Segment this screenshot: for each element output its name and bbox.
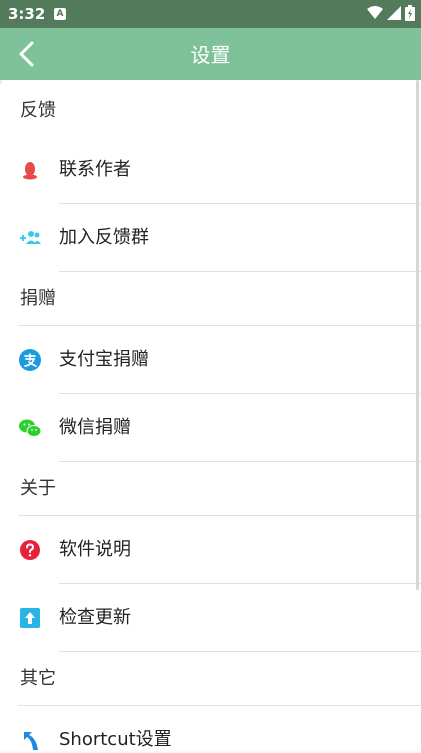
add-group-icon bbox=[20, 231, 41, 244]
scrollbar[interactable] bbox=[416, 80, 419, 590]
battery-icon bbox=[405, 5, 415, 21]
status-indicators bbox=[367, 5, 415, 21]
list-item-label: 加入反馈群 bbox=[59, 227, 149, 248]
list-item-check-update[interactable]: 检查更新 bbox=[0, 584, 421, 652]
list-item-app-instructions[interactable]: 软件说明 bbox=[0, 516, 421, 584]
wechat-icon bbox=[19, 419, 42, 437]
status-time: 3:32 bbox=[8, 5, 46, 23]
list-item-wechat-donate[interactable]: 微信捐赠 bbox=[0, 394, 421, 462]
shortcut-arrow-icon bbox=[24, 732, 38, 750]
app-bar: 设置 bbox=[0, 28, 421, 80]
cell-signal-icon bbox=[387, 6, 401, 20]
list-item-join-feedback-group[interactable]: 加入反馈群 bbox=[0, 204, 421, 272]
section-header-donate: 捐赠 bbox=[0, 272, 421, 326]
section-title: 其它 bbox=[20, 668, 56, 689]
list-item-alipay-donate[interactable]: 支付宝捐赠 bbox=[0, 326, 421, 394]
list-item-label: Shortcut设置 bbox=[59, 729, 172, 750]
list-item-label: 软件说明 bbox=[59, 539, 131, 560]
section-header-feedback: 反馈 bbox=[0, 84, 421, 138]
page-title: 设置 bbox=[190, 43, 231, 67]
list-item-label: 支付宝捐赠 bbox=[59, 349, 149, 370]
list-item-contact-author[interactable]: 联系作者 bbox=[0, 136, 421, 204]
help-icon bbox=[20, 540, 40, 560]
list-item-shortcut-settings[interactable]: Shortcut设置 bbox=[0, 706, 421, 750]
section-header-other: 其它 bbox=[0, 652, 421, 706]
qq-penguin-icon bbox=[23, 162, 37, 180]
list-item-label: 微信捐赠 bbox=[59, 417, 131, 438]
section-title: 反馈 bbox=[20, 100, 56, 121]
section-header-about: 关于 bbox=[0, 462, 421, 516]
section-title: 捐赠 bbox=[20, 288, 56, 309]
wifi-icon bbox=[367, 6, 383, 19]
notification-icon: A bbox=[54, 8, 66, 20]
alipay-icon bbox=[19, 349, 41, 371]
list-item-label: 联系作者 bbox=[59, 159, 131, 180]
list-item-label: 检查更新 bbox=[59, 607, 131, 628]
status-bar: 3:32 A bbox=[0, 0, 421, 28]
section-title: 关于 bbox=[20, 478, 56, 499]
update-icon bbox=[20, 608, 40, 628]
